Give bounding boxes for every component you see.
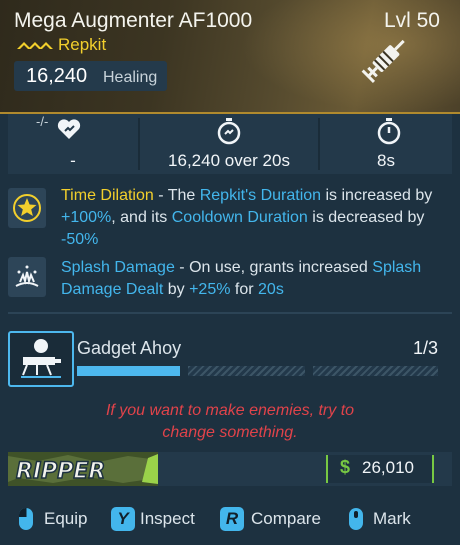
price-value: 26,010	[362, 458, 414, 477]
stat-cell-duration: 16,240 over 20s	[140, 114, 318, 174]
perk-text: , and its	[111, 209, 172, 226]
section-divider	[8, 312, 452, 314]
challenge-progress-segment-2	[188, 366, 305, 376]
primary-stat: 16,240 Healing	[14, 61, 167, 91]
perk-text: for	[230, 281, 259, 298]
inspect-action[interactable]: Y Inspect	[111, 507, 206, 533]
mouse-middle-icon	[349, 508, 363, 530]
perk-text: is decreased by	[307, 209, 425, 226]
challenge-progress-segment-1	[77, 366, 180, 376]
flavor-line-1: If you want to make enemies, try to	[105, 402, 355, 419]
perk-description: Splash Damage - On use, grants increased…	[61, 257, 449, 301]
stat-cell-capacity: -/- -	[8, 114, 138, 174]
perk-text: - On use, grants increased	[174, 259, 373, 276]
item-header: Mega Augmenter AF1000 Lvl 50 Repkit 16,2…	[0, 0, 460, 114]
perk-text: by	[163, 281, 190, 298]
action-bar: Equip Y Inspect R Compare Mark	[0, 500, 460, 545]
perk-name: Time Dilation	[61, 187, 154, 204]
currency-symbol: $	[340, 457, 351, 477]
r-key-icon: R	[220, 507, 244, 531]
equip-action[interactable]: Equip	[16, 507, 96, 533]
duration-timer-icon	[217, 118, 241, 145]
stat-label: -	[70, 151, 76, 170]
perk-description: Time Dilation - The Repkit's Duration is…	[61, 185, 449, 251]
mouse-left-icon	[19, 508, 33, 530]
compare-action[interactable]: R Compare	[220, 507, 330, 533]
stat-value: 16,240	[26, 65, 88, 87]
perk-text: - The	[153, 187, 200, 204]
perk-icon-box	[8, 257, 46, 297]
perk-name: Splash Damage	[61, 259, 175, 276]
syringe-icon	[361, 39, 405, 83]
star-badge-icon	[13, 194, 41, 222]
challenge-progress-segment-3	[313, 366, 438, 376]
ripper-logo: RIPPER	[8, 452, 158, 486]
splash-burst-icon	[15, 265, 39, 287]
y-key-icon: Y	[111, 507, 135, 531]
rarity-chevrons-icon	[17, 42, 53, 49]
perk-icon-box	[8, 188, 46, 228]
item-type: Repkit	[58, 35, 107, 54]
perk-highlight: Repkit's Duration	[199, 187, 322, 204]
stat-cell-cooldown: 8s	[320, 114, 452, 174]
inspect-label: Inspect	[140, 509, 195, 528]
challenge-name: Gadget Ahoy	[77, 338, 182, 358]
perk-highlight: +25%	[189, 281, 231, 298]
perk-highlight: 20s	[258, 281, 284, 298]
stat-prefix: -/-	[36, 114, 49, 129]
stat-label: 16,240 over 20s	[168, 151, 290, 170]
svg-text:RIPPER: RIPPER	[16, 459, 105, 484]
stat-unit: Healing	[103, 69, 158, 86]
challenge-icon-box	[8, 331, 74, 387]
stats-row: -/- - 16,240 over 20s 8s	[8, 114, 452, 174]
perk-highlight: Cooldown Duration	[171, 209, 308, 226]
price-tag: $ 26,010	[326, 455, 434, 483]
flavor-text: If you want to make enemies, try to chan…	[0, 400, 460, 444]
heart-capacity-icon	[57, 119, 81, 139]
gadget-turret-icon	[21, 339, 61, 378]
equip-label: Equip	[44, 509, 88, 528]
perk-time-dilation: Time Dilation - The Repkit's Duration is…	[8, 185, 452, 249]
perk-highlight: -50%	[61, 231, 99, 248]
mark-action[interactable]: Mark	[346, 507, 426, 533]
perk-splash-damage: Splash Damage - On use, grants increased…	[8, 257, 452, 301]
stat-label: 8s	[377, 151, 395, 170]
mark-label: Mark	[373, 509, 411, 528]
flavor-line-2: change something.	[162, 424, 298, 441]
compare-label: Compare	[251, 509, 321, 528]
item-name: Mega Augmenter AF1000	[14, 9, 253, 32]
item-card: Mega Augmenter AF1000 Lvl 50 Repkit 16,2…	[0, 0, 460, 545]
perk-text: is increased by	[321, 187, 433, 204]
perk-highlight: +100%	[61, 209, 112, 226]
challenge-count: 1/3	[412, 338, 438, 358]
cooldown-stopwatch-icon	[377, 118, 401, 145]
